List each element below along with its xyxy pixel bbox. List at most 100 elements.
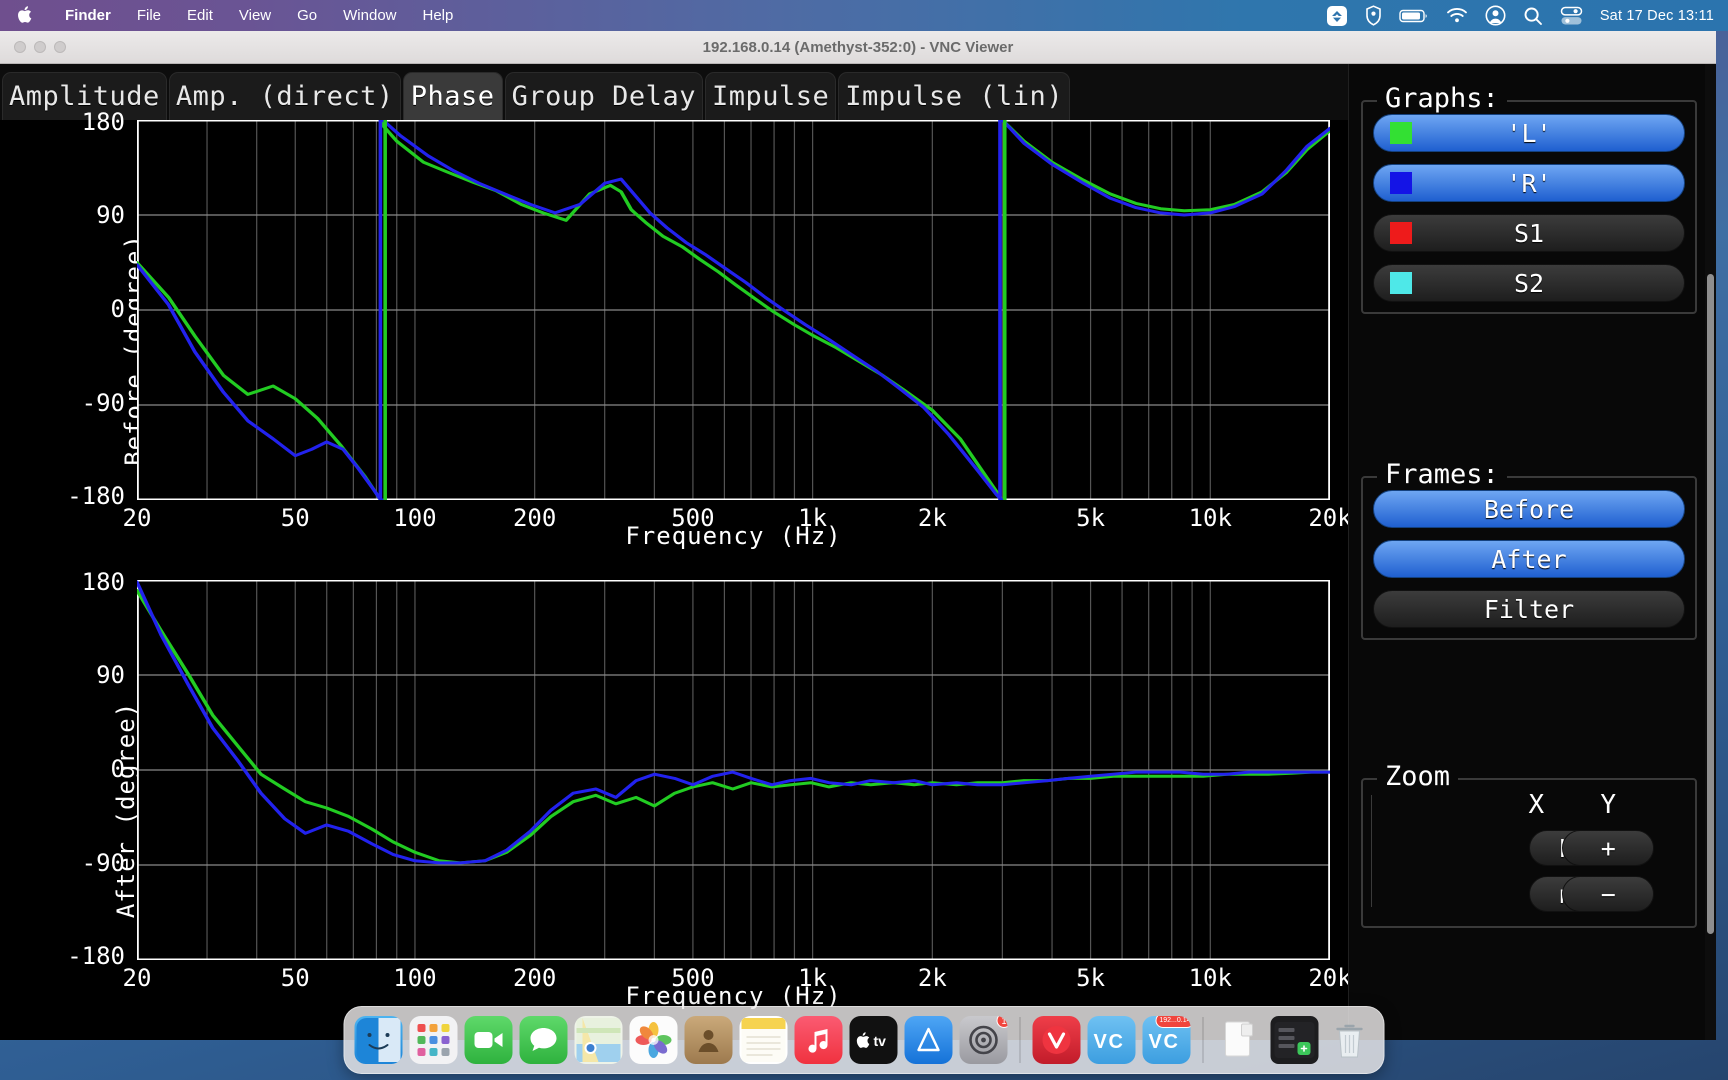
- plot-area: Before (degree) 180 90 0 -90 -180 Freque…: [0, 120, 1348, 1040]
- zoom-y-minus-button[interactable]: −: [1562, 876, 1654, 912]
- scrollbar-thumb[interactable]: [1707, 274, 1714, 934]
- apple-menu-icon[interactable]: [18, 5, 34, 27]
- xtick: 10k: [1189, 504, 1232, 532]
- xtick: 1k: [798, 964, 827, 992]
- plot-after-canvas[interactable]: [137, 580, 1330, 960]
- vnc-session-badge: 192...0.14: [1155, 1016, 1190, 1028]
- dock-item-appletv[interactable]: tv: [850, 1016, 898, 1064]
- dock-item-finder[interactable]: [355, 1016, 403, 1064]
- dock-item-vnc-session[interactable]: VC 192...0.14: [1143, 1016, 1191, 1064]
- dock-item-launchpad[interactable]: [410, 1016, 458, 1064]
- graph-label-R: 'R': [1506, 169, 1551, 198]
- wifi-icon[interactable]: [1446, 7, 1468, 24]
- xtick: 20: [123, 504, 152, 532]
- window-scrollbar[interactable]: [1705, 64, 1716, 1040]
- dock-item-vivaldi[interactable]: [1033, 1016, 1081, 1064]
- menu-item-view[interactable]: View: [226, 7, 284, 24]
- tab-phase[interactable]: Phase: [403, 72, 503, 120]
- plot-before-canvas[interactable]: [137, 120, 1330, 500]
- menu-item-edit[interactable]: Edit: [174, 7, 226, 24]
- dock-item-music[interactable]: [795, 1016, 843, 1064]
- dock-item-messages[interactable]: [520, 1016, 568, 1064]
- zoom-divider: [1371, 795, 1372, 907]
- dock-item-notes[interactable]: [740, 1016, 788, 1064]
- dock-item-settings[interactable]: 1: [960, 1016, 1008, 1064]
- ytick: 90: [96, 201, 125, 229]
- svg-text:V: V: [1149, 1031, 1163, 1053]
- dock-separator-2: [1203, 1017, 1204, 1063]
- menu-bar-clock[interactable]: Sat 17 Dec 13:11: [1600, 8, 1714, 24]
- xtick: 500: [671, 504, 714, 532]
- window-controls: [14, 41, 66, 53]
- close-button[interactable]: [14, 41, 26, 53]
- ytick: -90: [82, 849, 125, 877]
- graph-toggle-S1[interactable]: S1: [1373, 214, 1685, 252]
- search-icon[interactable]: [1523, 6, 1543, 26]
- dock-item-appstore[interactable]: [905, 1016, 953, 1064]
- xtick: 5k: [1076, 504, 1105, 532]
- menu-item-finder[interactable]: Finder: [52, 7, 124, 24]
- frame-toggle-before[interactable]: Before: [1373, 490, 1685, 528]
- graph-label-S2: S2: [1514, 269, 1544, 298]
- plot-after-xticks: Frequency (Hz) 20501002005001k2k5k10k20k: [137, 960, 1330, 1006]
- plot-before[interactable]: Before (degree) 180 90 0 -90 -180 Freque…: [0, 120, 1348, 580]
- xtick: 200: [513, 504, 556, 532]
- dock-item-contacts[interactable]: [685, 1016, 733, 1064]
- ytick: 0: [111, 295, 125, 323]
- tab-impulse[interactable]: Impulse: [705, 72, 836, 120]
- graph-label-S1: S1: [1514, 219, 1544, 248]
- xtick: 100: [393, 504, 436, 532]
- minimize-button[interactable]: [34, 41, 46, 53]
- color-swatch-R: [1390, 172, 1412, 194]
- shield-icon[interactable]: [1365, 5, 1382, 26]
- maximize-button[interactable]: [54, 41, 66, 53]
- battery-icon[interactable]: [1399, 8, 1429, 24]
- menu-item-window[interactable]: Window: [330, 7, 409, 24]
- graph-toggle-R[interactable]: 'R': [1373, 164, 1685, 202]
- dock-item-trash[interactable]: [1326, 1016, 1374, 1064]
- tab-amp-direct[interactable]: Amp. (direct): [169, 72, 401, 120]
- dropbox-icon[interactable]: [1326, 5, 1348, 27]
- tab-impulse-lin[interactable]: Impulse (lin): [838, 72, 1070, 120]
- menu-item-file[interactable]: File: [124, 7, 174, 24]
- dock: tv 1 VC VC 192...0.14: [344, 1006, 1385, 1074]
- color-swatch-S1: [1390, 222, 1412, 244]
- settings-badge: 1: [997, 1016, 1008, 1028]
- menu-item-help[interactable]: Help: [410, 7, 467, 24]
- menu-bar: Finder File Edit View Go Window Help: [0, 0, 1728, 31]
- plot-before-yticks: 180 90 0 -90 -180: [50, 120, 125, 580]
- graph-toggle-S2[interactable]: S2: [1373, 264, 1685, 302]
- dock-item-downloads-stack[interactable]: [1271, 1016, 1319, 1064]
- graphs-group: Graphs: 'L' 'R' S1: [1361, 100, 1697, 314]
- plot-after[interactable]: After (degree) 180 90 0 -90 -180 Frequen…: [0, 580, 1348, 1040]
- xtick: 100: [393, 964, 436, 992]
- xtick: 200: [513, 964, 556, 992]
- ytick: 180: [82, 108, 125, 136]
- frame-toggle-after[interactable]: After: [1373, 540, 1685, 578]
- dock-item-vnc-viewer[interactable]: VC: [1088, 1016, 1136, 1064]
- graph-toggle-L[interactable]: 'L': [1373, 114, 1685, 152]
- color-swatch-S2: [1390, 272, 1412, 294]
- tab-group-delay[interactable]: Group Delay: [505, 72, 703, 120]
- svg-text:C: C: [1164, 1031, 1178, 1053]
- frames-group: Frames: Before After Filter: [1361, 476, 1697, 640]
- control-center-icon[interactable]: [1560, 6, 1583, 26]
- zoom-y-plus-button[interactable]: +: [1562, 830, 1654, 866]
- graphs-group-title: Graphs:: [1377, 83, 1507, 114]
- graph-label-L: 'L': [1506, 119, 1551, 148]
- frames-list: Before After Filter: [1363, 478, 1695, 638]
- plot-after-yticks: 180 90 0 -90 -180: [50, 580, 125, 1040]
- svg-text:C: C: [1109, 1031, 1123, 1053]
- account-icon[interactable]: [1485, 5, 1506, 26]
- frame-toggle-filter[interactable]: Filter: [1373, 590, 1685, 628]
- menu-bar-status-area: Sat 17 Dec 13:11: [1326, 5, 1728, 27]
- dock-item-maps[interactable]: [575, 1016, 623, 1064]
- dock-item-photos[interactable]: [630, 1016, 678, 1064]
- window-title-bar[interactable]: 192.168.0.14 (Amethyst-352:0) - VNC View…: [0, 31, 1716, 64]
- xtick: 20: [123, 964, 152, 992]
- ytick: 90: [96, 661, 125, 689]
- dock-item-documents-stack[interactable]: [1216, 1016, 1264, 1064]
- menu-item-go[interactable]: Go: [284, 7, 330, 24]
- frames-group-title: Frames:: [1377, 459, 1507, 490]
- dock-item-facetime[interactable]: [465, 1016, 513, 1064]
